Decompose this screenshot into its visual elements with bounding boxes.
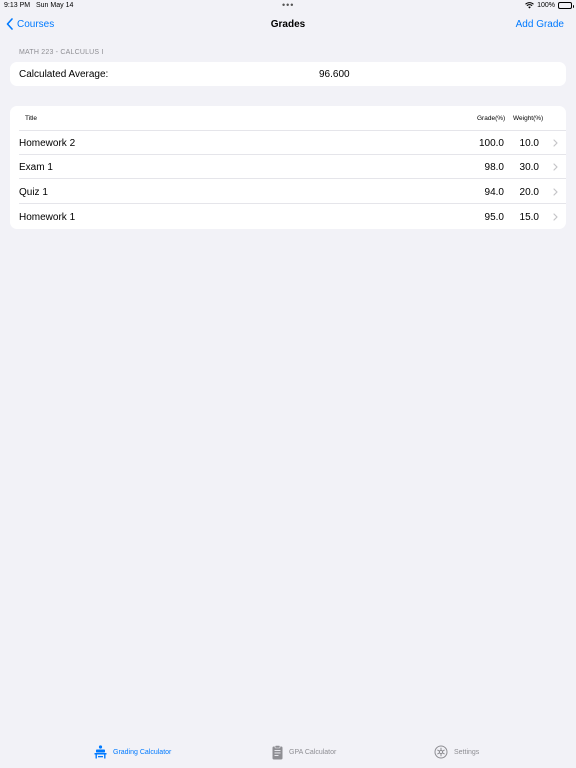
chevron-right-icon — [553, 213, 558, 221]
table-row[interactable]: Homework 2 100.0 10.0 — [10, 131, 566, 155]
course-section-header: MATH 223 - CALCULUS I — [19, 49, 104, 56]
status-time: 9:13 PM — [4, 2, 31, 9]
multitasking-dots-icon[interactable]: ••• — [282, 0, 294, 10]
battery-icon — [558, 2, 574, 9]
column-header-grade: Grade(%) — [477, 115, 506, 122]
status-bar: 9:13 PM Sun May 14 ••• 100% — [0, 0, 576, 12]
divider — [19, 203, 566, 204]
column-header-title: Title — [25, 115, 38, 122]
row-weight: 30.0 — [519, 162, 539, 173]
row-grade: 95.0 — [484, 212, 504, 223]
navigation-bar: Courses Grades Add Grade — [0, 14, 576, 38]
table-row[interactable]: Quiz 1 94.0 20.0 — [10, 180, 566, 204]
row-title: Homework 2 — [19, 138, 76, 149]
row-grade: 100.0 — [478, 138, 504, 149]
table-header: Title Grade(%) Weight(%) — [10, 106, 566, 130]
row-grade: 98.0 — [484, 162, 504, 173]
gear-icon — [434, 745, 448, 759]
tab-label: GPA Calculator — [289, 749, 337, 756]
status-date: Sun May 14 — [36, 2, 74, 9]
page-title: Grades — [270, 19, 306, 30]
wifi-icon — [525, 2, 534, 9]
row-title: Quiz 1 — [19, 187, 48, 198]
row-weight: 15.0 — [519, 212, 539, 223]
tab-label: Settings — [454, 748, 480, 756]
tab-settings[interactable]: Settings — [434, 745, 479, 759]
average-label: Calculated Average: — [19, 69, 109, 80]
battery-percent: 100% — [537, 2, 555, 9]
status-right: 100% — [525, 2, 574, 9]
row-weight: 10.0 — [519, 138, 539, 149]
tab-gpa-calculator[interactable]: GPA Calculator — [272, 745, 336, 760]
calculated-average-card: Calculated Average: 96.600 — [10, 62, 566, 86]
row-weight: 20.0 — [519, 187, 539, 198]
chevron-right-icon — [553, 188, 558, 196]
average-value: 96.600 — [319, 69, 350, 80]
table-row[interactable]: Exam 1 98.0 30.0 — [10, 155, 566, 179]
column-header-weight: Weight(%) — [513, 115, 544, 122]
desk-icon — [94, 745, 107, 759]
divider — [19, 178, 566, 179]
grades-table: Title Grade(%) Weight(%) Homework 2 100.… — [10, 106, 566, 229]
row-title: Homework 1 — [19, 212, 76, 223]
tab-bar: Grading Calculator GPA Calculator Settin… — [0, 736, 576, 768]
chevron-right-icon — [553, 139, 558, 147]
clipboard-icon — [272, 745, 283, 760]
row-title: Exam 1 — [19, 162, 53, 173]
add-grade-button[interactable]: Add Grade — [516, 19, 564, 30]
chevron-right-icon — [553, 163, 558, 171]
tab-grading-calculator[interactable]: Grading Calculator — [94, 745, 171, 759]
table-row[interactable]: Homework 1 95.0 15.0 — [10, 205, 566, 229]
tab-label: Grading Calculator — [113, 748, 172, 756]
row-grade: 94.0 — [484, 187, 504, 198]
